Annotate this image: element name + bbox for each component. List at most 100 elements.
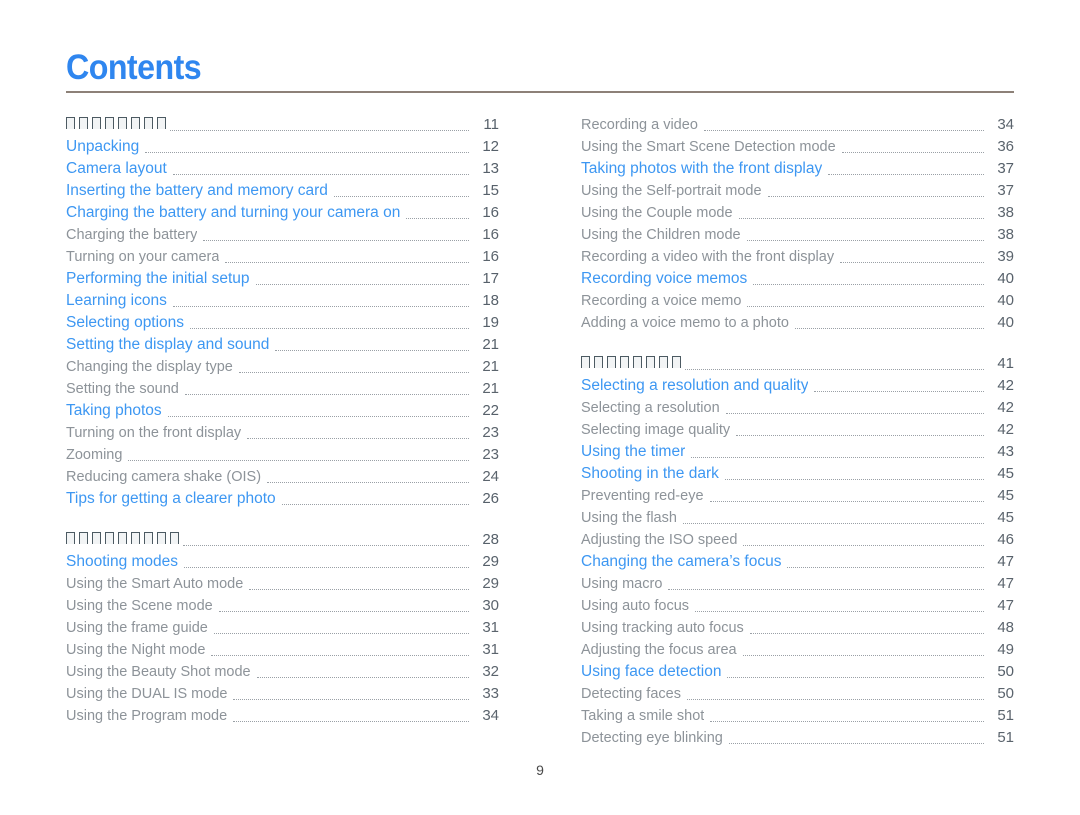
toc-entry[interactable]: Detecting eye blinking 51: [581, 727, 1014, 749]
toc-entry[interactable]: Using the Beauty Shot mode 32: [66, 661, 499, 683]
toc-entry-page-number: 26: [482, 490, 499, 507]
toc-entry[interactable]: Using the Smart Auto mode 29: [66, 573, 499, 595]
toc-entry[interactable]: Using the Self-portrait mode 37: [581, 180, 1014, 202]
toc-entry[interactable]: Turning on your camera 16: [66, 246, 499, 268]
toc-entry-page-number: 23: [482, 446, 499, 463]
toc-entry[interactable]: Performing the initial setup 17: [66, 268, 499, 290]
toc-entry[interactable]: Tips for getting a clearer photo 26: [66, 488, 499, 510]
toc-entry[interactable]: Learning icons 18: [66, 290, 499, 312]
toc-entry[interactable]: Recording voice memos 40: [581, 268, 1014, 290]
toc-entry-label: Adjusting the ISO speed: [581, 532, 738, 548]
toc-entry[interactable]: 11: [66, 114, 499, 136]
toc-entry[interactable]: Using the timer 43: [581, 441, 1014, 463]
missing-glyph-box: [157, 532, 166, 544]
toc-entry[interactable]: Adjusting the ISO speed 46: [581, 529, 1014, 551]
toc-entry[interactable]: Changing the display type 21: [66, 356, 499, 378]
toc-entry-page-number: 51: [997, 729, 1014, 746]
toc-entry[interactable]: Detecting faces 50: [581, 683, 1014, 705]
toc-entry[interactable]: Using the flash 45: [581, 507, 1014, 529]
toc-entry[interactable]: Selecting a resolution and quality 42: [581, 375, 1014, 397]
dot-leader: [247, 438, 469, 439]
toc-entry-label: Using the flash: [581, 510, 677, 526]
dot-leader: [233, 699, 469, 700]
toc-entry[interactable]: Changing the camera’s focus 47: [581, 551, 1014, 573]
toc-entry[interactable]: Adjusting the focus area 49: [581, 639, 1014, 661]
toc-entry[interactable]: Charging the battery and turning your ca…: [66, 202, 499, 224]
missing-glyph-box: [144, 532, 153, 544]
toc-entry[interactable]: Camera layout 13: [66, 158, 499, 180]
dot-leader: [255, 284, 469, 285]
toc-entry-label: Learning icons: [66, 292, 167, 309]
toc-entry[interactable]: 41: [581, 353, 1014, 375]
toc-entry[interactable]: Using macro 47: [581, 573, 1014, 595]
missing-glyph-box: [79, 532, 88, 544]
dot-leader: [814, 391, 984, 392]
toc-entry-label: Charging the battery: [66, 227, 198, 243]
toc-entry[interactable]: Selecting a resolution 42: [581, 397, 1014, 419]
toc-entry[interactable]: Inserting the battery and memory card 15: [66, 180, 499, 202]
missing-glyph-box: [118, 532, 127, 544]
dot-leader: [749, 633, 984, 634]
dot-leader: [184, 394, 469, 395]
toc-entry-label: Selecting options: [66, 314, 185, 331]
toc-entry[interactable]: Using the Program mode 34: [66, 705, 499, 727]
toc-entry[interactable]: Taking photos 22: [66, 400, 499, 422]
toc-entry[interactable]: Zooming 23: [66, 444, 499, 466]
toc-entry[interactable]: Using the Couple mode 38: [581, 202, 1014, 224]
toc-entry[interactable]: Setting the sound 21: [66, 378, 499, 400]
toc-entry-page-number: 42: [997, 421, 1014, 438]
toc-entry[interactable]: Recording a video 34: [581, 114, 1014, 136]
dot-leader: [172, 306, 469, 307]
toc-entry[interactable]: Using the Smart Scene Detection mode 36: [581, 136, 1014, 158]
toc-entry-label: Reducing camera shake (OIS): [66, 469, 262, 485]
toc-entry[interactable]: 28: [66, 529, 499, 551]
toc-entry[interactable]: Reducing camera shake (OIS) 24: [66, 466, 499, 488]
toc-entry[interactable]: Setting the display and sound 21: [66, 334, 499, 356]
toc-entry[interactable]: Using the Night mode 31: [66, 639, 499, 661]
toc-right-column: Recording a video 34 Using the Smart Scene…: [581, 114, 1014, 749]
toc-entry-label: Using the Smart Auto mode: [66, 576, 244, 592]
dot-leader: [727, 677, 984, 678]
missing-glyph-box: [170, 532, 179, 544]
toc-entry-label: Using the Program mode: [66, 708, 228, 724]
toc-entry[interactable]: Selecting options 19: [66, 312, 499, 334]
toc-entry[interactable]: Recording a voice memo 40: [581, 290, 1014, 312]
toc-entry[interactable]: Using face detection 50: [581, 661, 1014, 683]
toc-entry[interactable]: Using the Scene mode 30: [66, 595, 499, 617]
toc-entry-label: Detecting eye blinking: [581, 730, 723, 746]
toc-columns: 11 Unpacking 12 Camera layout 13 Inserting th…: [66, 114, 1014, 749]
toc-entry[interactable]: Selecting image quality 42: [581, 419, 1014, 441]
dot-leader: [145, 152, 469, 153]
toc-entry-page-number: 16: [482, 248, 499, 265]
missing-glyph-box: [646, 356, 655, 368]
toc-entry[interactable]: Preventing red-eye 45: [581, 485, 1014, 507]
toc-entry[interactable]: Using the DUAL IS mode 33: [66, 683, 499, 705]
toc-entry-label: Changing the display type: [66, 359, 233, 375]
missing-glyph-box: [105, 117, 114, 129]
toc-entry-label: Setting the display and sound: [66, 336, 270, 353]
toc-entry[interactable]: Charging the battery 16: [66, 224, 499, 246]
toc-entry[interactable]: Using the Children mode 38: [581, 224, 1014, 246]
dot-leader: [703, 130, 984, 131]
toc-entry[interactable]: Taking a smile shot 51: [581, 705, 1014, 727]
toc-entry[interactable]: Using tracking auto focus 48: [581, 617, 1014, 639]
toc-section: 41 Selecting a resolution and quality 42 Se…: [581, 353, 1014, 749]
toc-entry-label-missing-glyphs: [581, 354, 681, 368]
toc-entry-page-number: 22: [482, 402, 499, 419]
toc-entry-label: Using the Beauty Shot mode: [66, 664, 251, 680]
toc-section: 28 Shooting modes 29 Using the Smart Auto m…: [66, 529, 499, 727]
dot-leader: [184, 567, 469, 568]
toc-entry[interactable]: Taking photos with the front display 37: [581, 158, 1014, 180]
toc-entry[interactable]: Using the frame guide 31: [66, 617, 499, 639]
toc-entry[interactable]: Recording a video with the front display…: [581, 246, 1014, 268]
toc-entry[interactable]: Shooting in the dark 45: [581, 463, 1014, 485]
toc-entry-page-number: 45: [997, 487, 1014, 504]
toc-entry[interactable]: Using auto focus 47: [581, 595, 1014, 617]
toc-entry-label: Selecting image quality: [581, 422, 731, 438]
dot-leader: [172, 174, 469, 175]
toc-entry[interactable]: Adding a voice memo to a photo 40: [581, 312, 1014, 334]
toc-entry[interactable]: Turning on the front display 23: [66, 422, 499, 444]
toc-entry-page-number: 50: [997, 663, 1014, 680]
toc-entry[interactable]: Unpacking 12: [66, 136, 499, 158]
toc-entry[interactable]: Shooting modes 29: [66, 551, 499, 573]
